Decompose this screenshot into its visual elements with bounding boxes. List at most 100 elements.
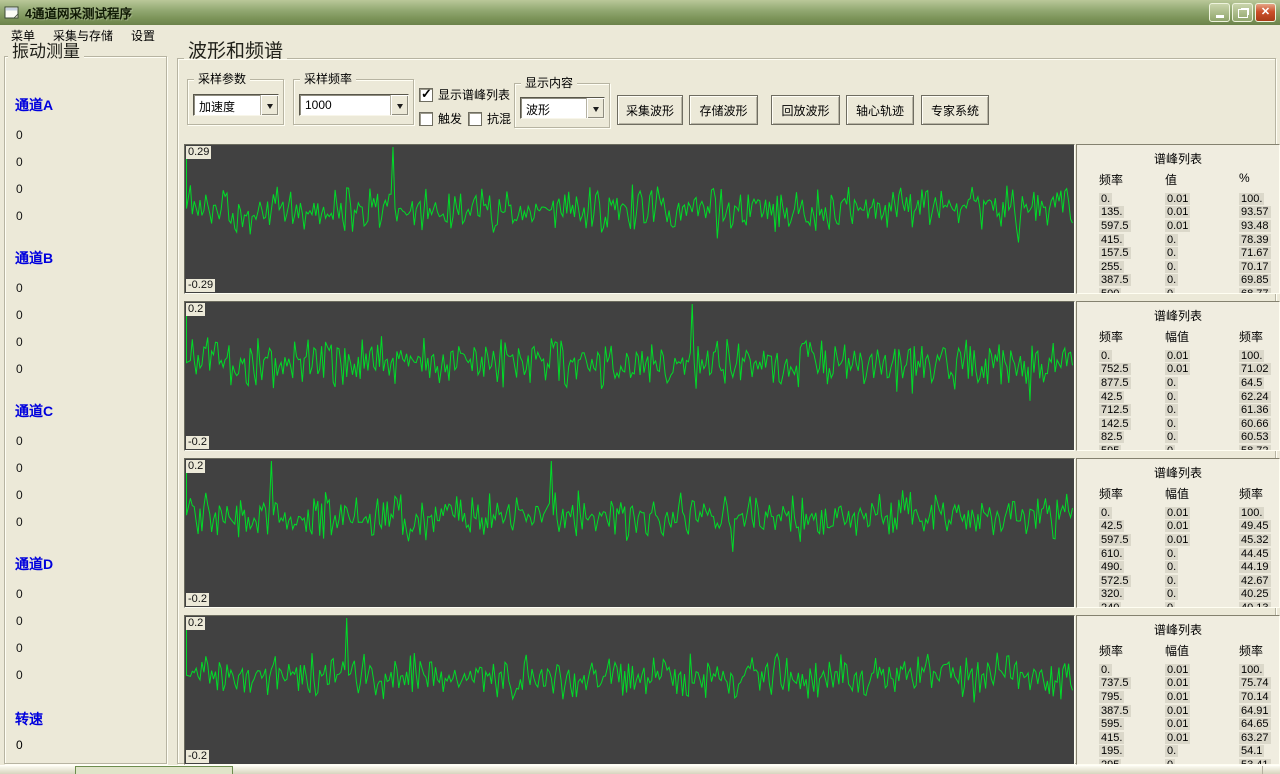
peak-cell: 572.5 bbox=[1099, 574, 1131, 587]
peak-cell: 490. bbox=[1099, 561, 1125, 574]
channel-value: 0 bbox=[16, 668, 23, 682]
checkbox-trigger[interactable]: ✓ 触发 bbox=[419, 110, 462, 127]
peak-row: 0. 0.01 100. bbox=[1099, 663, 1275, 677]
dropdown-button[interactable] bbox=[260, 95, 278, 115]
peak-cell: 100. bbox=[1239, 349, 1265, 362]
peak-cell: 0.01 bbox=[1165, 192, 1191, 205]
peak-cell: 0 bbox=[1165, 287, 1176, 293]
peak-row: 572.5 0. 42.67 bbox=[1099, 574, 1275, 588]
channel-value: 0 bbox=[16, 362, 23, 376]
waveform-plot: 0.2 -0.2 bbox=[184, 301, 1075, 451]
y-min-label: -0.2 bbox=[186, 436, 209, 449]
peak-cell: 100. bbox=[1239, 192, 1265, 205]
peak-cell: 93.57 bbox=[1239, 206, 1271, 219]
peak-cell: 595. bbox=[1099, 718, 1125, 731]
peak-cell: 42.5 bbox=[1099, 390, 1125, 403]
peak-cell: 68.77 bbox=[1239, 287, 1271, 293]
menu-item-settings[interactable]: 设置 bbox=[122, 25, 164, 46]
y-min-label: -0.29 bbox=[186, 279, 216, 292]
button-1[interactable]: 存储波形 bbox=[689, 95, 758, 125]
dropdown-button[interactable] bbox=[390, 95, 408, 115]
peak-cell: 0.01 bbox=[1165, 363, 1191, 376]
display-content-value: 波形 bbox=[526, 103, 551, 117]
sampling-param-select[interactable]: 加速度 bbox=[193, 94, 279, 116]
peak-cell: 0. bbox=[1165, 260, 1179, 273]
peak-row: 490. 0. 44.19 bbox=[1099, 560, 1275, 574]
peak-cell: 0. bbox=[1165, 247, 1179, 260]
peak-cell: 60.53 bbox=[1239, 431, 1271, 444]
checkbox-label: 触发 bbox=[438, 112, 463, 126]
peak-cell: 78.39 bbox=[1239, 233, 1271, 246]
peak-cell: 0. bbox=[1165, 574, 1179, 587]
display-content-select[interactable]: 波形 bbox=[520, 97, 605, 119]
peak-row: 415. 0.01 63.27 bbox=[1099, 731, 1275, 745]
peak-cell: 0. bbox=[1165, 376, 1179, 389]
peak-list-table: 谱峰列表 频率 幅值 频率 0. 0.01 100. 42.5 0.01 49.45 597.5… bbox=[1076, 458, 1280, 608]
title-bar: 4通道网采测试程序 ✕ bbox=[0, 0, 1280, 25]
peak-row: 255. 0. 70.17 bbox=[1099, 260, 1275, 274]
restore-icon bbox=[1237, 9, 1248, 18]
peak-table-body: 0. 0.01 100. 737.5 0.01 75.74 795. 0.01 70.14 387… bbox=[1099, 663, 1275, 764]
close-button[interactable]: ✕ bbox=[1255, 3, 1276, 22]
channel-block: 通道C 0 0 0 0 bbox=[5, 401, 166, 529]
peak-cell: 195. bbox=[1099, 745, 1125, 758]
peak-cell: 71.67 bbox=[1239, 247, 1271, 260]
channel-value: 0 bbox=[16, 434, 23, 448]
button-2[interactable]: 回放波形 bbox=[771, 95, 840, 125]
waveform-plot: 0.2 -0.2 bbox=[184, 458, 1075, 608]
peak-row: 0. 0.01 100. bbox=[1099, 192, 1275, 206]
peak-cell: 71.02 bbox=[1239, 363, 1271, 376]
peak-cell: 0.01 bbox=[1165, 520, 1191, 533]
taskbar-strip bbox=[0, 765, 1280, 774]
peak-cell: 0.01 bbox=[1165, 206, 1191, 219]
peak-table-title: 谱峰列表 bbox=[1153, 309, 1202, 323]
channel-block: 通道A 0 0 0 0 bbox=[5, 95, 166, 223]
peak-row: 0. 0.01 100. bbox=[1099, 506, 1275, 520]
peak-cell: 0.01 bbox=[1165, 506, 1191, 519]
button-3[interactable]: 轴心轨迹 bbox=[846, 95, 914, 125]
waveform-spectrum-panel: 波形和频谱 采样参数 加速度 采样频率 1000 ✓ 显示谱峰列表 ✓ 触发 ✓… bbox=[177, 42, 1280, 765]
peak-cell: 0. bbox=[1099, 192, 1113, 205]
peak-cell: 0. bbox=[1165, 588, 1179, 601]
restore-button[interactable] bbox=[1232, 3, 1253, 22]
peak-cell: 157.5 bbox=[1099, 247, 1131, 260]
button-0[interactable]: 采集波形 bbox=[617, 95, 683, 125]
peak-row: 195. 0. 54.1 bbox=[1099, 745, 1275, 759]
peak-cell: 100. bbox=[1239, 663, 1265, 676]
sampling-rate-select[interactable]: 1000 bbox=[299, 94, 409, 116]
peak-list-table: 谱峰列表 频率 幅值 频率 0. 0.01 100. 737.5 0.01 75.74 795.… bbox=[1076, 615, 1280, 765]
button-4[interactable]: 专家系统 bbox=[921, 95, 989, 125]
speed-value: 0 bbox=[16, 738, 23, 752]
channel-value: 0 bbox=[16, 155, 23, 169]
peak-table-header: 频率 幅值 频率 bbox=[1099, 644, 1264, 658]
peak-cell: 0. bbox=[1165, 404, 1179, 417]
peak-cell: 500 bbox=[1099, 287, 1122, 293]
peak-cell: 44.45 bbox=[1239, 547, 1271, 560]
checkbox-anti-alias[interactable]: ✓ 抗混 bbox=[468, 110, 511, 127]
peak-cell: 0. bbox=[1165, 561, 1179, 574]
peak-row: 0. 0.01 100. bbox=[1099, 349, 1275, 363]
peak-cell: 63.27 bbox=[1239, 731, 1271, 744]
peak-cell: 142.5 bbox=[1099, 417, 1131, 430]
peak-row: 597.5 0.01 93.48 bbox=[1099, 219, 1275, 233]
checkbox-show-peak-list[interactable]: ✓ 显示谱峰列表 bbox=[419, 86, 510, 103]
window-title: 4通道网采测试程序 bbox=[25, 7, 132, 21]
peak-cell: 0. bbox=[1165, 431, 1179, 444]
peak-cell: 0.01 bbox=[1165, 349, 1191, 362]
peak-cell: 0.01 bbox=[1165, 663, 1191, 676]
chevron-down-icon bbox=[396, 103, 403, 112]
taskbar-button[interactable] bbox=[75, 766, 233, 774]
channel-value: 0 bbox=[16, 335, 23, 349]
peak-row: 877.5 0. 64.5 bbox=[1099, 376, 1275, 390]
peak-cell: 44.19 bbox=[1239, 561, 1271, 574]
dropdown-button[interactable] bbox=[586, 98, 604, 118]
channel-value: 0 bbox=[16, 641, 23, 655]
minimize-button[interactable] bbox=[1209, 3, 1230, 22]
peak-row: 295 0 53.41 bbox=[1099, 758, 1275, 764]
channel-value: 0 bbox=[16, 587, 23, 601]
peak-cell: 0.01 bbox=[1165, 704, 1191, 717]
peak-row: 712.5 0. 61.36 bbox=[1099, 403, 1275, 417]
peak-row: 415. 0. 78.39 bbox=[1099, 233, 1275, 247]
minimize-icon bbox=[1215, 15, 1224, 18]
peak-table-body: 0. 0.01 100. 752.5 0.01 71.02 877.5 0. 64.5 42.5 0… bbox=[1099, 349, 1275, 450]
